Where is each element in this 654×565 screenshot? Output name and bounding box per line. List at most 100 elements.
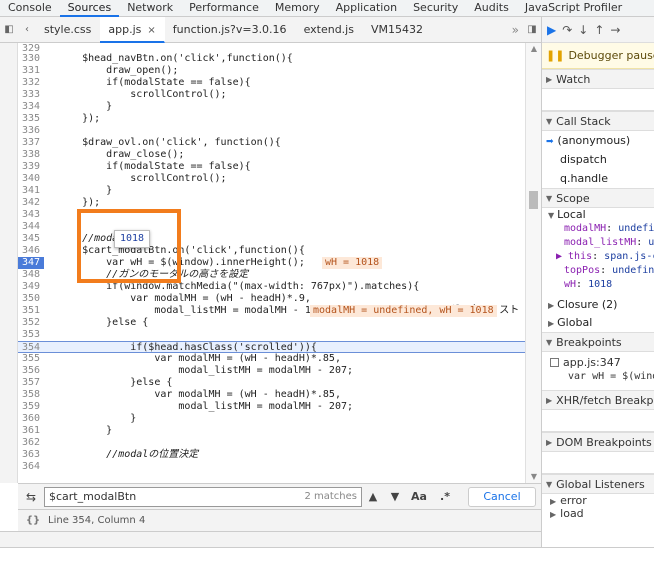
scope-variable[interactable]: modalMH: undefi	[542, 222, 654, 236]
code-line: 358 var modalMH = (wH - headH)*.85,	[21, 389, 341, 400]
tab-performance[interactable]: Performance	[181, 0, 267, 17]
toggle-debugger-icon[interactable]: ◨	[523, 17, 541, 43]
collapse-icon: ▼	[546, 479, 553, 489]
tab-application[interactable]: Application	[328, 0, 405, 17]
dom-body	[542, 452, 654, 474]
more-tabs-icon[interactable]: »	[508, 23, 523, 37]
code-line: 350 var modalMH = (wH - headH)*.9,	[21, 293, 311, 304]
scroll-up-icon[interactable]: ▲	[526, 43, 542, 55]
code-line: 337 $draw_ovl.on('click', function(){	[21, 137, 281, 148]
close-icon[interactable]: ×	[147, 25, 155, 36]
code-line: 355 var modalMH = (wH - headH)*.85,	[21, 353, 341, 364]
previous-match-icon[interactable]: ▲	[362, 490, 384, 503]
editor-scrollbar[interactable]: ▲ ▼	[525, 43, 541, 483]
toggle-navigator-icon[interactable]: ◧	[0, 17, 18, 43]
pause-icon: ❚❚	[546, 49, 565, 62]
inline-value-347: wH = 1018	[322, 257, 383, 269]
code-line-current: 354 if($head.hasClass('scrolled')){	[18, 341, 525, 353]
file-tab-app-js[interactable]: app.js ×	[100, 16, 165, 43]
scope-variable[interactable]: modal_listMH: u	[542, 236, 654, 250]
scope-local[interactable]: ▼ Local	[542, 208, 654, 222]
expand-icon: ▶	[546, 395, 553, 405]
file-tab-style-css[interactable]: style.css	[36, 17, 100, 43]
step-icon[interactable]: →	[610, 23, 620, 37]
code-line: 336	[21, 125, 40, 136]
expand-icon: ▶	[550, 497, 557, 506]
cursor-position: Line 354, Column 4	[48, 515, 146, 526]
back-icon[interactable]: ‹	[18, 17, 36, 43]
section-scope[interactable]: ▼ Scope	[542, 188, 654, 208]
code-line: 332 if(modalState == false){	[21, 77, 251, 88]
debugger-sidebar: ▶︎ ↷ ↓ ↑ → ❚❚ Debugger paused ▶Watch ▼Ca…	[541, 17, 654, 547]
section-xhr-breakpoints[interactable]: ▶XHR/fetch Breakpoin	[542, 390, 654, 410]
navigator-collapsed-gutter	[0, 43, 18, 483]
file-tab-vm15432[interactable]: VM15432	[363, 17, 432, 43]
file-tab-strip: ◧ ‹ style.css app.js × function.js?v=3.0.…	[0, 16, 541, 43]
listener-item[interactable]: ▶ load	[542, 507, 654, 520]
inline-value-350: modalMH = undefined, wH = 1018	[310, 305, 497, 317]
cancel-button[interactable]: Cancel	[468, 486, 536, 507]
scrollbar-thumb[interactable]	[529, 191, 538, 209]
resume-icon[interactable]: ▶︎	[547, 23, 556, 37]
next-match-icon[interactable]: ▼	[384, 490, 406, 503]
breakpoint-checkbox[interactable]	[550, 358, 559, 367]
tab-memory[interactable]: Memory	[267, 0, 328, 17]
file-tab-extend-js[interactable]: extend.js	[296, 17, 363, 43]
code-line: 342 });	[21, 197, 101, 208]
status-bar: {} Line 354, Column 4	[18, 509, 541, 531]
match-count: 2 matches	[304, 490, 357, 502]
step-into-icon[interactable]: ↓	[578, 23, 588, 37]
file-tab-label: app.js	[108, 22, 142, 36]
call-frame[interactable]: dispatch	[542, 150, 654, 169]
scope-variable[interactable]: ▶ this: span.js-c	[542, 250, 654, 264]
listener-item[interactable]: ▶ error	[542, 494, 654, 507]
code-line: 359 modal_listMH = modalMH - 207;	[21, 401, 354, 412]
tab-javascript-profiler[interactable]: JavaScript Profiler	[517, 0, 630, 17]
section-global-listeners[interactable]: ▼ Global Listeners	[542, 474, 654, 494]
match-case-button[interactable]: Aa	[406, 490, 432, 503]
tab-console[interactable]: Console	[0, 0, 60, 17]
replace-toggle-icon[interactable]: ⇆	[18, 490, 44, 504]
expand-icon: ▶	[546, 437, 553, 447]
breakpoint-item[interactable]: app.js:347	[542, 356, 654, 370]
code-line: 356 modal_listMH = modalMH - 207;	[21, 365, 354, 376]
search-input[interactable]: $cart_modalBtn 2 matches	[44, 486, 362, 507]
breakpoint-marker[interactable]: 347	[18, 257, 44, 269]
section-breakpoints[interactable]: ▼ Breakpoints	[542, 332, 654, 352]
code-line: 357 }else {	[21, 377, 173, 388]
call-frame[interactable]: q.handle	[542, 169, 654, 188]
step-out-icon[interactable]: ↑	[594, 23, 604, 37]
scope-global[interactable]: ▶ Global	[542, 314, 654, 332]
collapse-icon: ▼	[546, 193, 553, 203]
xhr-body	[542, 410, 654, 432]
bottom-border	[0, 547, 654, 565]
file-tab-function-js[interactable]: function.js?v=3.0.16	[165, 17, 296, 43]
tab-network[interactable]: Network	[119, 0, 181, 17]
code-line: 340 scrollControl();	[21, 173, 227, 184]
scope-variable[interactable]: wH: 1018	[542, 278, 654, 292]
regex-button[interactable]: .*	[432, 490, 458, 503]
tab-security[interactable]: Security	[405, 0, 466, 17]
collapse-icon: ▼	[546, 116, 553, 126]
drawer-strip	[0, 531, 541, 547]
collapse-icon: ▼	[546, 337, 553, 347]
code-line: 335 });	[21, 113, 101, 124]
pretty-print-icon[interactable]: {}	[18, 515, 48, 526]
tab-sources[interactable]: Sources	[59, 0, 120, 17]
hover-value-popover: 1018	[114, 230, 150, 248]
scope-variable[interactable]: topPos: undefin	[542, 264, 654, 278]
expand-icon: ▶	[548, 319, 555, 328]
code-line: 339 if(modalState == false){	[21, 161, 251, 172]
code-line: 352 }else {	[21, 317, 149, 328]
scroll-down-icon[interactable]: ▼	[526, 471, 542, 483]
code-line: 330 $head_navBtn.on('click',function(){	[21, 53, 293, 64]
step-over-icon[interactable]: ↷	[562, 23, 572, 37]
section-call-stack[interactable]: ▼ Call Stack	[542, 111, 654, 131]
section-dom-breakpoints[interactable]: ▶ DOM Breakpoints	[542, 432, 654, 452]
scope-closure[interactable]: ▶ Closure (2)	[542, 296, 654, 314]
section-watch[interactable]: ▶ Watch	[542, 69, 654, 89]
tab-audits[interactable]: Audits	[466, 0, 517, 17]
code-line: 360 }	[21, 413, 137, 424]
expand-icon: ▶	[548, 301, 555, 310]
call-frame[interactable]: ➡ (anonymous)	[542, 131, 654, 150]
